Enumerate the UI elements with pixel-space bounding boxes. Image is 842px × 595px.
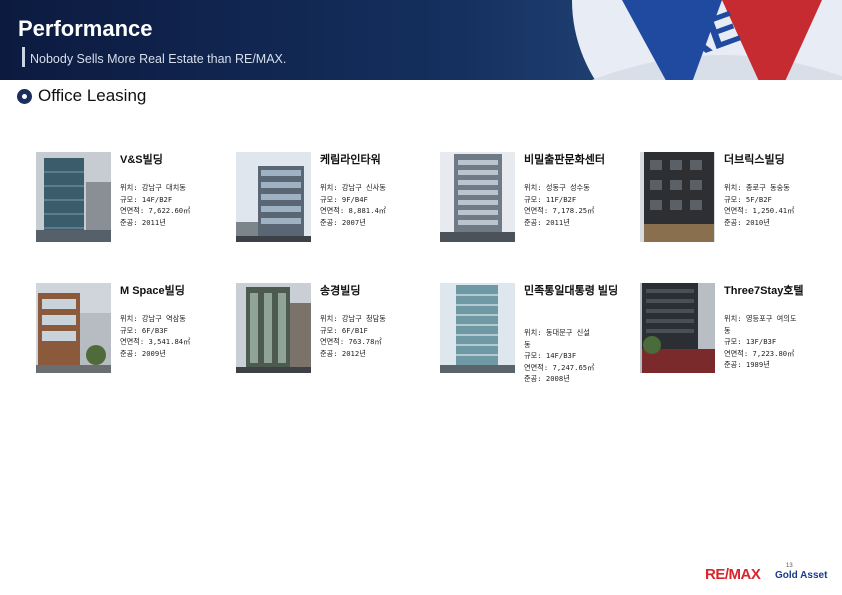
- building-details: 위치: 강남구 신사동 규모: 9F/B4F 연면적: 8,881.4㎡ 준공:…: [320, 182, 430, 228]
- detail-line: 규모: 14F/B2F: [120, 194, 173, 204]
- building-card: 비밀출판문화센터 위치: 성동구 성수동 규모: 11F/B2F 연면적: 7,…: [440, 152, 640, 282]
- detail-line: 규모: 5F/B2F: [724, 194, 772, 204]
- detail-line: 위치: 강남구 청담동: [320, 314, 386, 323]
- detail-line: 규모: 11F/B2F: [524, 194, 577, 204]
- building-name: Three7Stay호텔: [724, 285, 804, 297]
- detail-line: 연면적: 763.78㎡: [320, 337, 382, 346]
- detail-line: 준공: 2009년: [120, 348, 166, 358]
- logo-sub: Gold Asset: [775, 570, 828, 581]
- detail-line: 연면적: 1,250.41㎡: [724, 206, 795, 215]
- detail-line: 동: [524, 339, 531, 349]
- building-name: 민족통일대통령 빌딩: [524, 285, 619, 297]
- building-details: 위치: 강남구 청담동 규모: 6F/B1F 연면적: 763.78㎡ 준공: …: [320, 313, 430, 359]
- building-name: V&S빌딩: [120, 154, 163, 166]
- building-details: 위치: 강남구 역삼동 규모: 6F/B3F 연면적: 3,541.84㎡ 준공…: [120, 313, 230, 359]
- logo-brand: RE/MAX: [705, 566, 761, 583]
- detail-line: 준공: 2007년: [320, 217, 366, 227]
- detail-line: 규모: 13F/B3F: [724, 337, 777, 346]
- detail-line: 위치: 강남구 역삼동: [120, 314, 186, 323]
- header-banner: RE Performance Nobody Sells More Real Es…: [0, 0, 842, 80]
- building-details: 위치: 종로구 동숭동 규모: 5F/B2F 연면적: 1,250.41㎡ 준공…: [724, 182, 834, 228]
- building-name: 더브릭스빌딩: [724, 154, 785, 166]
- building-photo: [236, 152, 311, 242]
- detail-line: 규모: 9F/B4F: [320, 194, 368, 204]
- building-card: M Space빌딩 위치: 강남구 역삼동 규모: 6F/B3F 연면적: 3,…: [36, 283, 236, 413]
- building-card: 민족통일대통령 빌딩 위치: 동대문구 신설 동 규모: 14F/B3F 연면적…: [440, 283, 640, 413]
- building-name: 케림라인타워: [320, 154, 381, 166]
- detail-line: 연면적: 7,223.80㎡: [724, 348, 795, 358]
- detail-line: 연면적: 7,247.65㎡: [524, 362, 595, 372]
- detail-line: 연면적: 7,178.25㎡: [524, 206, 595, 215]
- detail-line: 동: [724, 325, 731, 335]
- page-title: Performance: [18, 16, 153, 41]
- detail-line: 준공: 1989년: [724, 360, 770, 369]
- detail-line: 규모: 6F/B1F: [320, 325, 368, 335]
- detail-line: 위치: 종로구 동숭동: [724, 183, 790, 192]
- detail-line: 위치: 강남구 대치동: [120, 183, 186, 192]
- building-photo: [36, 152, 111, 242]
- building-card: 케림라인타워 위치: 강남구 신사동 규모: 9F/B4F 연면적: 8,881…: [236, 152, 436, 282]
- building-photo: [236, 283, 311, 373]
- detail-line: 위치: 강남구 신사동: [320, 183, 386, 192]
- detail-line: 위치: 영등포구 여의도: [724, 314, 797, 323]
- building-photo: [640, 152, 715, 242]
- building-card: 송경빌딩 위치: 강남구 청담동 규모: 6F/B1F 연면적: 763.78㎡…: [236, 283, 436, 413]
- building-photo: [640, 283, 715, 373]
- detail-line: 준공: 2011년: [524, 217, 570, 227]
- detail-line: 준공: 2010년: [724, 217, 770, 227]
- building-details: 위치: 동대문구 신설 동 규모: 14F/B3F 연면적: 7,247.65㎡…: [524, 327, 634, 385]
- building-card: 더브릭스빌딩 위치: 종로구 동숭동 규모: 5F/B2F 연면적: 1,250…: [640, 152, 840, 282]
- detail-line: 연면적: 8,881.4㎡: [320, 206, 386, 215]
- detail-line: 연면적: 7,622.60㎡: [120, 206, 191, 215]
- building-card: V&S빌딩 위치: 강남구 대치동 규모: 14F/B2F 연면적: 7,622…: [36, 152, 236, 282]
- building-name: 송경빌딩: [320, 285, 361, 297]
- detail-line: 규모: 6F/B3F: [120, 325, 168, 335]
- subtitle-bar: [22, 47, 25, 67]
- balloon-image: RE: [572, 0, 842, 80]
- bullet-icon: [17, 89, 32, 104]
- detail-line: 위치: 동대문구 신설: [524, 328, 590, 337]
- detail-line: 준공: 2012년: [320, 348, 366, 358]
- building-name: 비밀출판문화센터: [524, 154, 605, 166]
- section-title: Office Leasing: [38, 86, 147, 105]
- building-photo: [440, 152, 515, 242]
- building-details: 위치: 강남구 대치동 규모: 14F/B2F 연면적: 7,622.60㎡ 준…: [120, 182, 230, 228]
- building-photo: [36, 283, 111, 373]
- building-photo: [440, 283, 515, 373]
- building-details: 위치: 영등포구 여의도 동 규모: 13F/B3F 연면적: 7,223.80…: [724, 313, 834, 371]
- building-card: Three7Stay호텔 위치: 영등포구 여의도 동 규모: 13F/B3F …: [640, 283, 840, 413]
- detail-line: 위치: 성동구 성수동: [524, 183, 590, 192]
- detail-line: 연면적: 3,541.84㎡: [120, 337, 191, 346]
- building-name: M Space빌딩: [120, 285, 185, 297]
- detail-line: 준공: 2011년: [120, 217, 166, 227]
- building-details: 위치: 성동구 성수동 규모: 11F/B2F 연면적: 7,178.25㎡ 준…: [524, 182, 634, 228]
- detail-line: 준공: 2008년: [524, 374, 570, 383]
- page-subtitle: Nobody Sells More Real Estate than RE/MA…: [30, 52, 287, 66]
- remax-logo: RE/MAX Gold Asset: [705, 566, 830, 584]
- detail-line: 규모: 14F/B3F: [524, 351, 577, 360]
